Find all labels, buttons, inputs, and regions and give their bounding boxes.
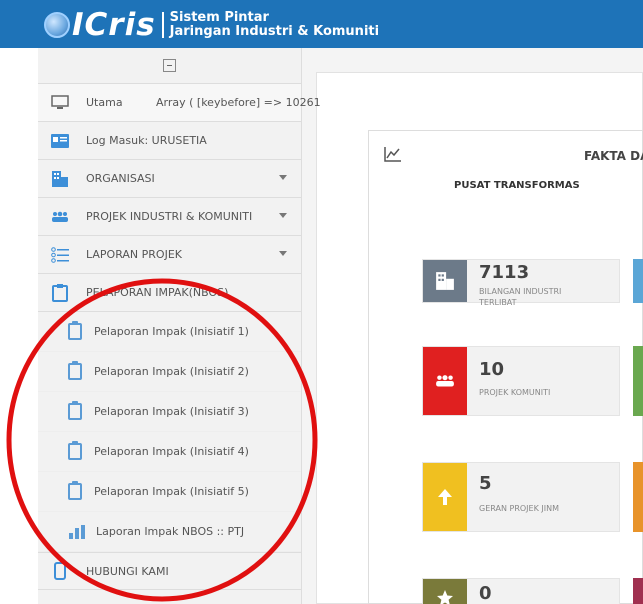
sidebar-item-label: Log Masuk: URUSETIA [86,134,207,147]
stat-label: GERAN PROJEK JINM [479,504,559,513]
stat-value: 0 [479,583,492,604]
chevron-down-icon [279,251,287,256]
id-card-icon [48,129,72,153]
sidebar-subitem-label: Pelaporan Impak (Inisiatif 4) [94,445,249,458]
chevron-down-icon [279,213,287,218]
stat-value: 5 [479,473,492,494]
logo-text: ICris [72,7,156,43]
sidebar-item-label: LAPORAN PROJEK [86,248,182,261]
sidebar-subitem-label: Pelaporan Impak (Inisiatif 2) [94,365,249,378]
sidebar-item-pelaporan-impak[interactable]: PELAPORAN IMPAK(NBOS) [38,274,301,312]
stat-tile-peek [633,259,643,303]
list-icon [48,243,72,267]
sidebar-subitem-label: Pelaporan Impak (Inisiatif 3) [94,405,249,418]
sidebar-subitem-label: Pelaporan Impak (Inisiatif 5) [94,485,249,498]
sidebar-subitem-inisiatif-3[interactable]: Pelaporan Impak (Inisiatif 3) [38,392,301,432]
logo-divider [161,12,164,38]
sidebar-item-projek[interactable]: PROJEK INDUSTRI & KOMUNITI [38,198,301,236]
sidebar-item-organisasi[interactable]: ORGANISASI [38,160,301,198]
logo-subtitle-line2: Jaringan Industri & Komuniti [169,24,380,39]
star-icon [423,579,467,604]
line-chart-icon [384,146,402,162]
sidebar: Utama Log Masuk: URUSETIA ORGANISASI PRO… [38,48,302,604]
phone-icon [48,559,72,583]
sidebar-item-log-masuk[interactable]: Log Masuk: URUSETIA [38,122,301,160]
stat-tile-peek [633,346,643,416]
app-logo[interactable]: ICris Sistem Pintar Jaringan Industri & … [44,7,379,43]
sidebar-subitem-inisiatif-4[interactable]: Pelaporan Impak (Inisiatif 4) [38,432,301,472]
top-header: ICris Sistem Pintar Jaringan Industri & … [0,0,643,48]
building-icon [423,260,467,302]
stat-label: BILANGAN INDUSTRI TERLIBAT [479,287,562,307]
clipboard-icon [48,281,72,305]
sidebar-collapse-button[interactable] [38,48,301,84]
sidebar-subitem-inisiatif-5[interactable]: Pelaporan Impak (Inisiatif 5) [38,472,301,512]
sidebar-item-label: HUBUNGI KAMI [86,564,169,578]
bar-chart-icon [68,524,86,540]
stat-label: PROJEK KOMUNITI [479,388,551,397]
stat-tile-peek [633,578,643,604]
clipboard-icon [68,481,82,500]
stat-value: 10 [479,359,505,380]
users-icon [423,347,467,415]
chevron-down-icon [279,175,287,180]
sidebar-subitem-label: Pelaporan Impak (Inisiatif 1) [94,325,249,338]
monitor-icon [48,91,72,115]
sidebar-subitem-label: Laporan Impak NBOS :: PTJ [96,525,245,538]
stat-tile-projek-komuniti: 10 PROJEK KOMUNITI [422,346,620,416]
sidebar-item-label: PROJEK INDUSTRI & KOMUNITI [86,210,253,223]
sidebar-item-label: Utama [86,96,123,109]
users-icon [48,205,72,229]
sidebar-item-hubungi-kami[interactable]: HUBUNGI KAMI [38,552,301,590]
logo-subtitle: Sistem Pintar Jaringan Industri & Komuni… [170,11,379,39]
stat-tile-peek [633,462,643,532]
stat-tile-geran-projek: 5 GERAN PROJEK JINM [422,462,620,532]
clipboard-icon [68,321,82,340]
clipboard-icon [68,401,82,420]
building-icon [48,167,72,191]
clipboard-icon [68,441,82,460]
card-title: FAKTA DA [584,149,643,163]
stat-tile-industri: 7113 BILANGAN INDUSTRI TERLIBAT [422,259,620,307]
globe-icon [44,12,70,38]
sidebar-subitem-inisiatif-1[interactable]: Pelaporan Impak (Inisiatif 1) [38,312,301,352]
arrow-up-icon [423,463,467,531]
clipboard-icon [68,361,82,380]
card-subtitle: PUSAT TRANSFORMAS [454,180,580,191]
debug-array-text: Array ( [keybefore] => 10261 [156,96,321,109]
stat-value: 7113 [479,262,530,283]
sidebar-item-laporan-projek[interactable]: LAPORAN PROJEK [38,236,301,274]
sidebar-subitem-inisiatif-2[interactable]: Pelaporan Impak (Inisiatif 2) [38,352,301,392]
sidebar-item-label: PELAPORAN IMPAK(NBOS) [86,286,229,299]
sidebar-subitem-laporan-ptj[interactable]: Laporan Impak NBOS :: PTJ [38,512,301,552]
logo-subtitle-line1: Sistem Pintar [169,10,269,25]
stat-tile-fourth: 0 [422,578,620,604]
sidebar-item-label: ORGANISASI [86,172,155,185]
collapse-icon [163,59,176,72]
